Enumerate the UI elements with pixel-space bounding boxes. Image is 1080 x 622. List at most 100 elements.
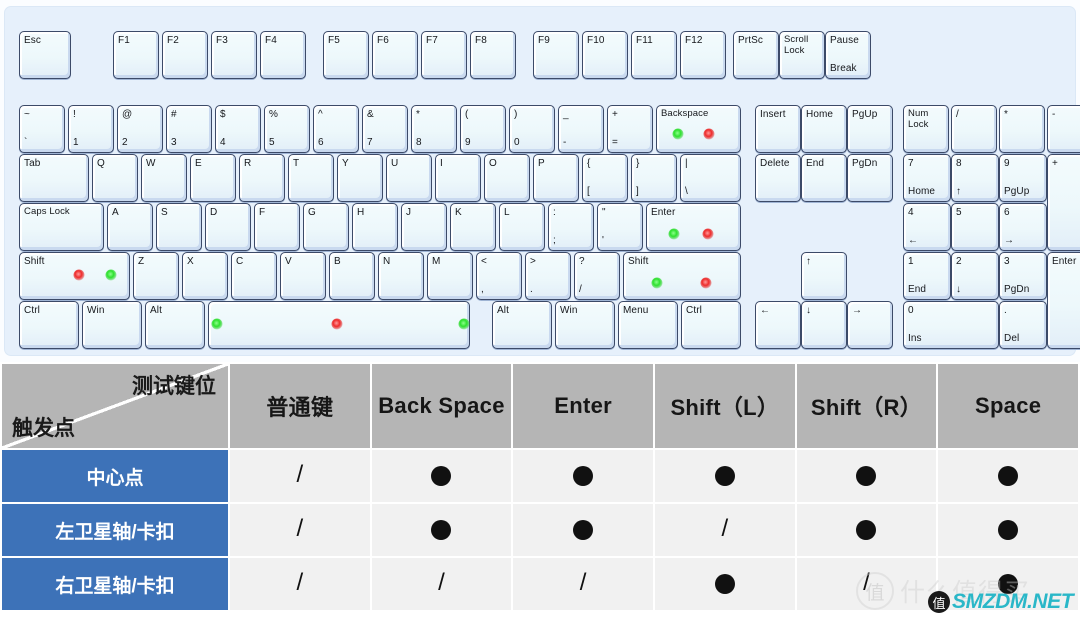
key-numpad-divide[interactable]: / — [951, 105, 997, 153]
key-scroll-lock[interactable]: Scroll Lock — [779, 31, 825, 79]
key-pgup[interactable]: PgUp — [847, 105, 893, 153]
key-digit-8[interactable]: * 8 — [411, 105, 457, 153]
key-minus[interactable]: _ - — [558, 105, 604, 153]
key-win-left[interactable]: Win — [82, 301, 142, 349]
key-key-u[interactable]: U — [386, 154, 432, 202]
key-home[interactable]: Home — [801, 105, 847, 153]
key-backspace[interactable]: Backspace — [656, 105, 741, 153]
key-key-a[interactable]: A — [107, 203, 153, 251]
key-numpad-minus[interactable]: - — [1047, 105, 1080, 153]
key-comma[interactable]: <, — [476, 252, 522, 300]
key-key-b[interactable]: B — [329, 252, 375, 300]
key-digit-2[interactable]: @2 — [117, 105, 163, 153]
key-pgdn[interactable]: PgDn — [847, 154, 893, 202]
key-period[interactable]: >. — [525, 252, 571, 300]
key-f9[interactable]: F9 — [533, 31, 579, 79]
key-key-h[interactable]: H — [352, 203, 398, 251]
key-num-lock[interactable]: Num Lock — [903, 105, 949, 153]
key-key-s[interactable]: S — [156, 203, 202, 251]
key-numpad-5[interactable]: 5 — [951, 203, 999, 251]
key-f1[interactable]: F1 — [113, 31, 159, 79]
key-f6[interactable]: F6 — [372, 31, 418, 79]
key-f8[interactable]: F8 — [470, 31, 516, 79]
key-ctrl-right[interactable]: Ctrl — [681, 301, 741, 349]
key-key-e[interactable]: E — [190, 154, 236, 202]
key-arrow-left[interactable]: ← — [755, 301, 801, 349]
key-numpad-decimal[interactable]: . Del — [999, 301, 1047, 349]
key-menu[interactable]: Menu — [618, 301, 678, 349]
key-semicolon[interactable]: :; — [548, 203, 594, 251]
key-key-w[interactable]: W — [141, 154, 187, 202]
key-numpad-6[interactable]: 6 → — [999, 203, 1047, 251]
key-win-right[interactable]: Win — [555, 301, 615, 349]
key-key-c[interactable]: C — [231, 252, 277, 300]
key-f5[interactable]: F5 — [323, 31, 369, 79]
key-key-x[interactable]: X — [182, 252, 228, 300]
key-end[interactable]: End — [801, 154, 847, 202]
key-esc[interactable]: Esc — [19, 31, 71, 79]
key-insert[interactable]: Insert — [755, 105, 801, 153]
key-digit-1[interactable]: ! 1 — [68, 105, 114, 153]
key-f3[interactable]: F3 — [211, 31, 257, 79]
key-key-q[interactable]: Q — [92, 154, 138, 202]
key-key-i[interactable]: I — [435, 154, 481, 202]
key-digit-6[interactable]: ^ 6 — [313, 105, 359, 153]
key-numpad-2[interactable]: 2 ↓ — [951, 252, 999, 300]
key-caps-lock[interactable]: Caps Lock — [19, 203, 104, 251]
key-key-g[interactable]: G — [303, 203, 349, 251]
key-slash[interactable]: ? / — [574, 252, 620, 300]
key-key-k[interactable]: K — [450, 203, 496, 251]
key-prtsc[interactable]: PrtSc — [733, 31, 779, 79]
key-numpad-enter[interactable]: Enter — [1047, 252, 1080, 349]
key-numpad-1[interactable]: 1 End — [903, 252, 951, 300]
key-f10[interactable]: F10 — [582, 31, 628, 79]
key-shift-right[interactable]: Shift — [623, 252, 741, 300]
key-key-f[interactable]: F — [254, 203, 300, 251]
key-f12[interactable]: F12 — [680, 31, 726, 79]
key-numpad-9[interactable]: 9 PgUp — [999, 154, 1047, 202]
key-arrow-right[interactable]: → — [847, 301, 893, 349]
key-enter[interactable]: Enter — [646, 203, 741, 251]
key-key-n[interactable]: N — [378, 252, 424, 300]
key-equal[interactable]: + = — [607, 105, 653, 153]
key-f11[interactable]: F11 — [631, 31, 677, 79]
key-key-m[interactable]: M — [427, 252, 473, 300]
key-alt-right[interactable]: Alt — [492, 301, 552, 349]
key-f7[interactable]: F7 — [421, 31, 467, 79]
key-pause-break[interactable]: Pause Break — [825, 31, 871, 79]
key-digit-5[interactable]: % 5 — [264, 105, 310, 153]
key-key-r[interactable]: R — [239, 154, 285, 202]
key-key-o[interactable]: O — [484, 154, 530, 202]
key-tab[interactable]: Tab — [19, 154, 89, 202]
key-numpad-0[interactable]: 0 Ins — [903, 301, 999, 349]
key-numpad-plus[interactable]: + — [1047, 154, 1080, 251]
key-backslash[interactable]: | \ — [680, 154, 741, 202]
key-digit-0[interactable]: ) 0 — [509, 105, 555, 153]
key-numpad-multiply[interactable]: * — [999, 105, 1045, 153]
key-f4[interactable]: F4 — [260, 31, 306, 79]
key-numpad-4[interactable]: 4 ← — [903, 203, 951, 251]
key-backquote[interactable]: ~ ` — [19, 105, 65, 153]
key-shift-left[interactable]: Shift — [19, 252, 130, 300]
key-space[interactable] — [208, 301, 470, 349]
key-numpad-7[interactable]: 7 Home — [903, 154, 951, 202]
key-quote[interactable]: " ' — [597, 203, 643, 251]
key-key-v[interactable]: V — [280, 252, 326, 300]
key-digit-3[interactable]: #3 — [166, 105, 212, 153]
key-alt-left[interactable]: Alt — [145, 301, 205, 349]
key-f2[interactable]: F2 — [162, 31, 208, 79]
key-bracket-right[interactable]: }] — [631, 154, 677, 202]
key-digit-9[interactable]: (9 — [460, 105, 506, 153]
key-key-l[interactable]: L — [499, 203, 545, 251]
key-arrow-down[interactable]: ↓ — [801, 301, 847, 349]
key-delete[interactable]: Delete — [755, 154, 801, 202]
key-key-j[interactable]: J — [401, 203, 447, 251]
key-ctrl-left[interactable]: Ctrl — [19, 301, 79, 349]
key-key-d[interactable]: D — [205, 203, 251, 251]
key-numpad-8[interactable]: 8 ↑ — [951, 154, 999, 202]
key-arrow-up[interactable]: ↑ — [801, 252, 847, 300]
key-key-z[interactable]: Z — [133, 252, 179, 300]
key-bracket-left[interactable]: {[ — [582, 154, 628, 202]
key-key-p[interactable]: P — [533, 154, 579, 202]
key-digit-4[interactable]: $4 — [215, 105, 261, 153]
